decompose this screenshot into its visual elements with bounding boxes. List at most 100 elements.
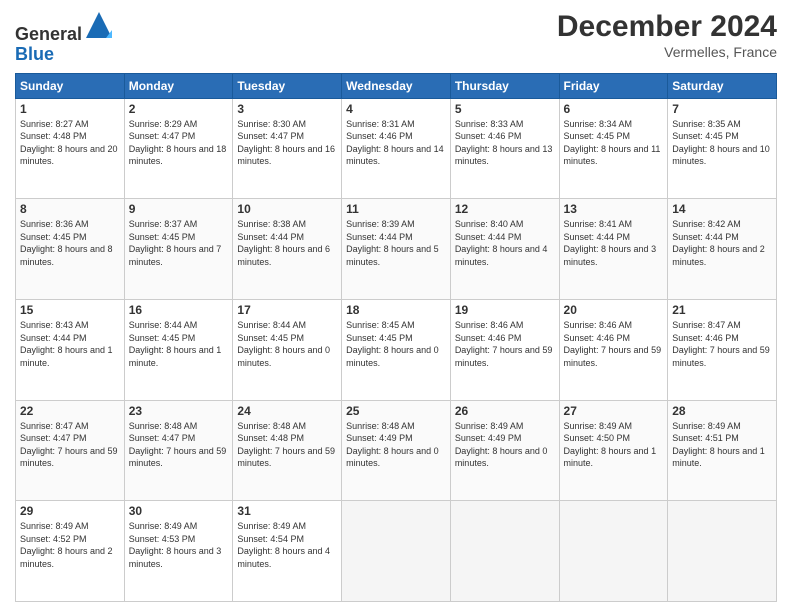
day-number: 28 <box>672 404 772 418</box>
calendar-cell: 28Sunrise: 8:49 AMSunset: 4:51 PMDayligh… <box>668 400 777 501</box>
calendar-cell: 15 Sunrise: 8:43 AMSunset: 4:44 PMDayligh… <box>16 299 125 400</box>
day-info: Sunrise: 8:48 AMSunset: 4:48 PMDaylight:… <box>237 421 335 469</box>
day-number: 29 <box>20 504 120 518</box>
day-number: 1 <box>20 102 120 116</box>
day-number: 12 <box>455 202 555 216</box>
calendar: SundayMondayTuesdayWednesdayThursdayFrid… <box>15 73 777 602</box>
day-number: 3 <box>237 102 337 116</box>
calendar-cell: 25 Sunrise: 8:48 AMSunset: 4:49 PMDayligh… <box>342 400 451 501</box>
day-info: Sunrise: 8:36 AMSunset: 4:45 PMDaylight:… <box>20 219 113 267</box>
location: Vermelles, France <box>557 44 777 60</box>
header: General Blue December 2024 Vermelles, Fr… <box>15 10 777 65</box>
day-info: Sunrise: 8:48 AMSunset: 4:47 PMDaylight:… <box>129 421 227 469</box>
week-row-1: 8 Sunrise: 8:36 AMSunset: 4:45 PMDaylight… <box>16 199 777 300</box>
weekday-header-thursday: Thursday <box>450 73 559 98</box>
day-info: Sunrise: 8:38 AMSunset: 4:44 PMDaylight:… <box>237 219 330 267</box>
day-info: Sunrise: 8:37 AMSunset: 4:45 PMDaylight:… <box>129 219 222 267</box>
month-title: December 2024 <box>557 10 777 44</box>
calendar-cell: 14 Sunrise: 8:42 AMSunset: 4:44 PMDayligh… <box>668 199 777 300</box>
day-number: 9 <box>129 202 229 216</box>
day-number: 18 <box>346 303 446 317</box>
calendar-cell: 29 Sunrise: 8:49 AMSunset: 4:52 PMDayligh… <box>16 501 125 602</box>
calendar-cell: 2 Sunrise: 8:29 AMSunset: 4:47 PMDaylight… <box>124 98 233 199</box>
day-info: Sunrise: 8:46 AMSunset: 4:46 PMDaylight:… <box>455 320 553 368</box>
calendar-cell: 8 Sunrise: 8:36 AMSunset: 4:45 PMDaylight… <box>16 199 125 300</box>
calendar-cell: 6 Sunrise: 8:34 AMSunset: 4:45 PMDaylight… <box>559 98 668 199</box>
day-info: Sunrise: 8:35 AMSunset: 4:45 PMDaylight:… <box>672 119 770 167</box>
calendar-cell <box>342 501 451 602</box>
day-number: 31 <box>237 504 337 518</box>
day-info: Sunrise: 8:47 AMSunset: 4:47 PMDaylight:… <box>20 421 118 469</box>
day-number: 25 <box>346 404 446 418</box>
day-info: Sunrise: 8:41 AMSunset: 4:44 PMDaylight:… <box>564 219 657 267</box>
day-number: 7 <box>672 102 772 116</box>
day-number: 23 <box>129 404 229 418</box>
weekday-header-saturday: Saturday <box>668 73 777 98</box>
day-info: Sunrise: 8:49 AMSunset: 4:53 PMDaylight:… <box>129 521 222 569</box>
day-number: 10 <box>237 202 337 216</box>
weekday-header-sunday: Sunday <box>16 73 125 98</box>
weekday-header-monday: Monday <box>124 73 233 98</box>
weekday-header-row: SundayMondayTuesdayWednesdayThursdayFrid… <box>16 73 777 98</box>
day-number: 14 <box>672 202 772 216</box>
calendar-cell: 5 Sunrise: 8:33 AMSunset: 4:46 PMDaylight… <box>450 98 559 199</box>
calendar-cell: 7 Sunrise: 8:35 AMSunset: 4:45 PMDaylight… <box>668 98 777 199</box>
day-info: Sunrise: 8:27 AMSunset: 4:48 PMDaylight:… <box>20 119 118 167</box>
calendar-cell: 4Sunrise: 8:31 AMSunset: 4:46 PMDaylight… <box>342 98 451 199</box>
day-info: Sunrise: 8:43 AMSunset: 4:44 PMDaylight:… <box>20 320 113 368</box>
day-number: 13 <box>564 202 664 216</box>
page: General Blue December 2024 Vermelles, Fr… <box>0 0 792 612</box>
calendar-cell: 27Sunrise: 8:49 AMSunset: 4:50 PMDayligh… <box>559 400 668 501</box>
day-info: Sunrise: 8:34 AMSunset: 4:45 PMDaylight:… <box>564 119 661 167</box>
day-number: 26 <box>455 404 555 418</box>
day-number: 2 <box>129 102 229 116</box>
day-number: 20 <box>564 303 664 317</box>
day-number: 24 <box>237 404 337 418</box>
day-number: 19 <box>455 303 555 317</box>
day-number: 30 <box>129 504 229 518</box>
calendar-cell: 17Sunrise: 8:44 AMSunset: 4:45 PMDayligh… <box>233 299 342 400</box>
calendar-cell <box>559 501 668 602</box>
day-number: 11 <box>346 202 446 216</box>
day-number: 8 <box>20 202 120 216</box>
day-number: 15 <box>20 303 120 317</box>
calendar-cell: 16 Sunrise: 8:44 AMSunset: 4:45 PMDayligh… <box>124 299 233 400</box>
day-info: Sunrise: 8:46 AMSunset: 4:46 PMDaylight:… <box>564 320 662 368</box>
logo-blue: Blue <box>15 44 54 64</box>
weekday-header-friday: Friday <box>559 73 668 98</box>
day-info: Sunrise: 8:49 AMSunset: 4:54 PMDaylight:… <box>237 521 330 569</box>
calendar-cell: 22Sunrise: 8:47 AMSunset: 4:47 PMDayligh… <box>16 400 125 501</box>
day-info: Sunrise: 8:39 AMSunset: 4:44 PMDaylight:… <box>346 219 439 267</box>
day-info: Sunrise: 8:44 AMSunset: 4:45 PMDaylight:… <box>129 320 222 368</box>
weekday-header-tuesday: Tuesday <box>233 73 342 98</box>
weekday-header-wednesday: Wednesday <box>342 73 451 98</box>
calendar-cell: 13 Sunrise: 8:41 AMSunset: 4:44 PMDayligh… <box>559 199 668 300</box>
calendar-cell: 9 Sunrise: 8:37 AMSunset: 4:45 PMDaylight… <box>124 199 233 300</box>
calendar-cell <box>450 501 559 602</box>
logo: General Blue <box>15 10 114 65</box>
week-row-2: 15 Sunrise: 8:43 AMSunset: 4:44 PMDayligh… <box>16 299 777 400</box>
calendar-cell: 3 Sunrise: 8:30 AMSunset: 4:47 PMDaylight… <box>233 98 342 199</box>
day-number: 16 <box>129 303 229 317</box>
logo-icon <box>84 10 114 40</box>
calendar-cell: 20 Sunrise: 8:46 AMSunset: 4:46 PMDayligh… <box>559 299 668 400</box>
day-info: Sunrise: 8:33 AMSunset: 4:46 PMDaylight:… <box>455 119 553 167</box>
day-info: Sunrise: 8:48 AMSunset: 4:49 PMDaylight:… <box>346 421 439 469</box>
calendar-cell: 23 Sunrise: 8:48 AMSunset: 4:47 PMDayligh… <box>124 400 233 501</box>
day-number: 6 <box>564 102 664 116</box>
calendar-cell: 11 Sunrise: 8:39 AMSunset: 4:44 PMDayligh… <box>342 199 451 300</box>
calendar-cell: 26Sunrise: 8:49 AMSunset: 4:49 PMDayligh… <box>450 400 559 501</box>
day-info: Sunrise: 8:31 AMSunset: 4:46 PMDaylight:… <box>346 119 444 167</box>
day-number: 17 <box>237 303 337 317</box>
calendar-cell: 19 Sunrise: 8:46 AMSunset: 4:46 PMDayligh… <box>450 299 559 400</box>
day-info: Sunrise: 8:42 AMSunset: 4:44 PMDaylight:… <box>672 219 765 267</box>
day-info: Sunrise: 8:29 AMSunset: 4:47 PMDaylight:… <box>129 119 227 167</box>
calendar-cell: 21Sunrise: 8:47 AMSunset: 4:46 PMDayligh… <box>668 299 777 400</box>
day-info: Sunrise: 8:47 AMSunset: 4:46 PMDaylight:… <box>672 320 770 368</box>
day-info: Sunrise: 8:30 AMSunset: 4:47 PMDaylight:… <box>237 119 335 167</box>
day-info: Sunrise: 8:49 AMSunset: 4:52 PMDaylight:… <box>20 521 113 569</box>
week-row-3: 22Sunrise: 8:47 AMSunset: 4:47 PMDayligh… <box>16 400 777 501</box>
day-number: 5 <box>455 102 555 116</box>
title-block: December 2024 Vermelles, France <box>557 10 777 60</box>
day-info: Sunrise: 8:49 AMSunset: 4:50 PMDaylight:… <box>564 421 657 469</box>
